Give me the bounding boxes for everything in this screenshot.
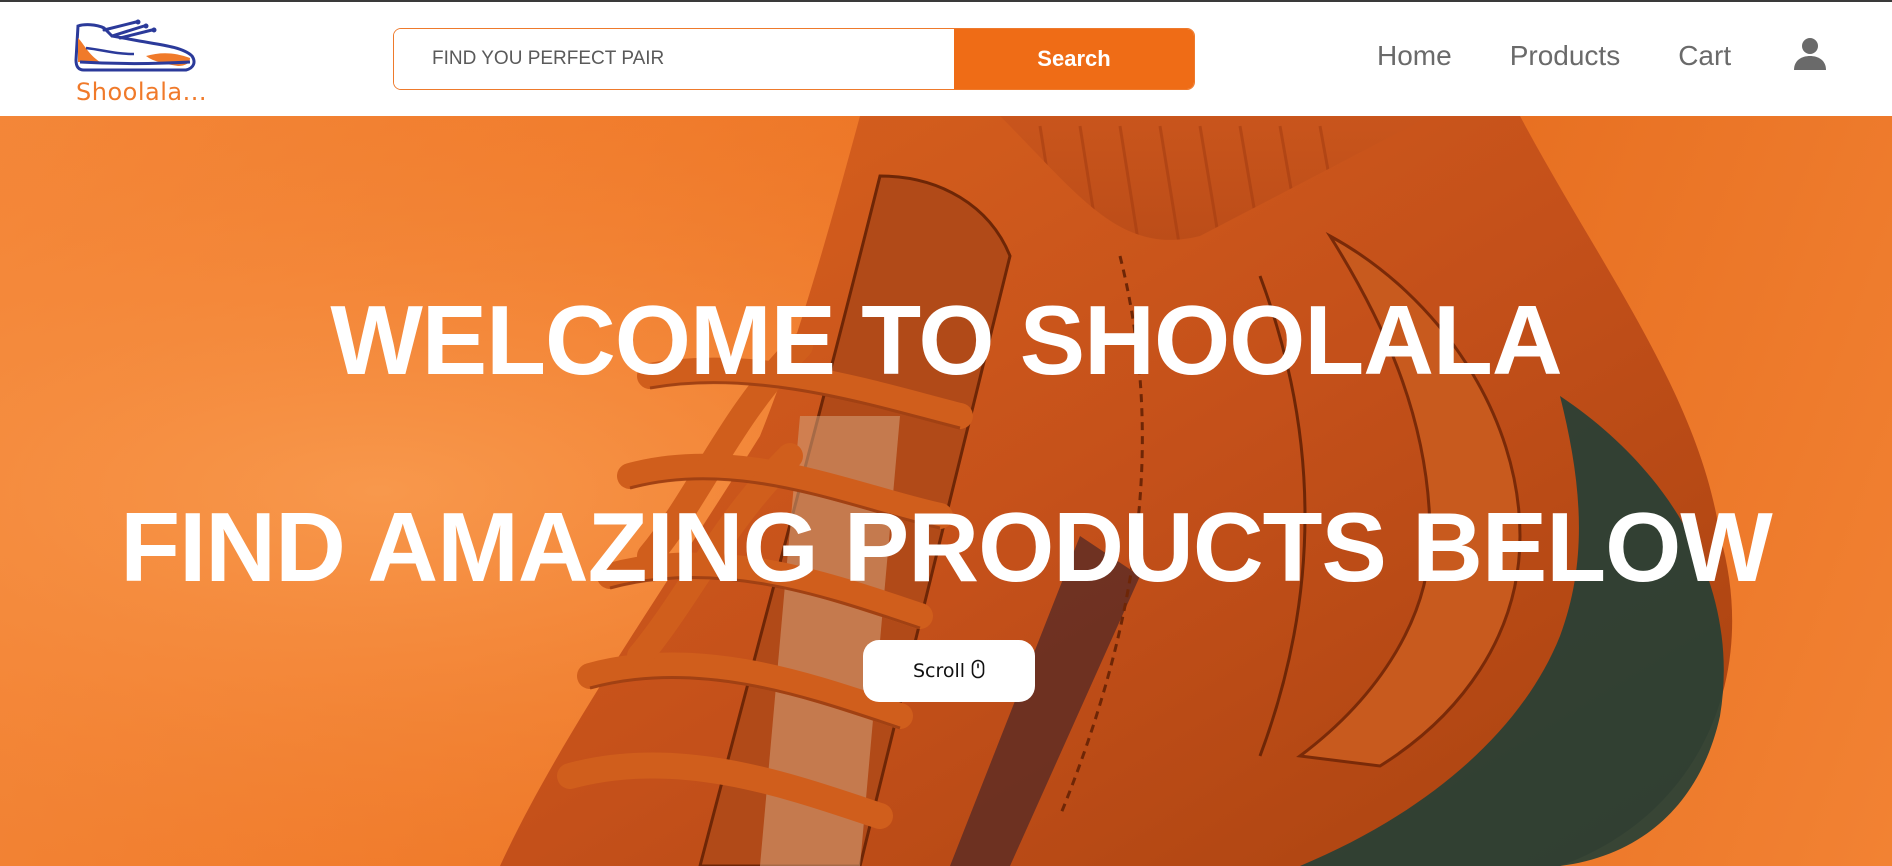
nav-products-link[interactable]: Products (1510, 40, 1621, 72)
hero-subheading: FIND AMAZING PRODUCTS BELOW (120, 492, 1773, 602)
nav-home-link[interactable]: Home (1377, 40, 1452, 72)
scroll-label: Scroll (912, 660, 966, 682)
navbar: Shoolala... Search Home Products Cart (0, 2, 1892, 116)
hero-welcome-heading: WELCOME TO SHOOLALA (330, 285, 1562, 395)
scroll-button[interactable]: Scroll (863, 640, 1035, 702)
nav-cart-link[interactable]: Cart (1678, 40, 1731, 72)
hero-banner: WELCOME TO SHOOLALA FIND AMAZING PRODUCT… (0, 116, 1892, 866)
logo[interactable]: Shoolala... (74, 18, 207, 108)
logo-text: Shoolala... (76, 78, 207, 106)
main-nav: Home Products Cart (1377, 38, 1827, 72)
search-button[interactable]: Search (954, 29, 1194, 89)
search-bar: Search (393, 28, 1195, 90)
search-input[interactable] (394, 29, 954, 89)
user-icon[interactable] (1793, 36, 1827, 70)
sneaker-logo-icon (74, 19, 196, 72)
mouse-icon (971, 659, 985, 679)
